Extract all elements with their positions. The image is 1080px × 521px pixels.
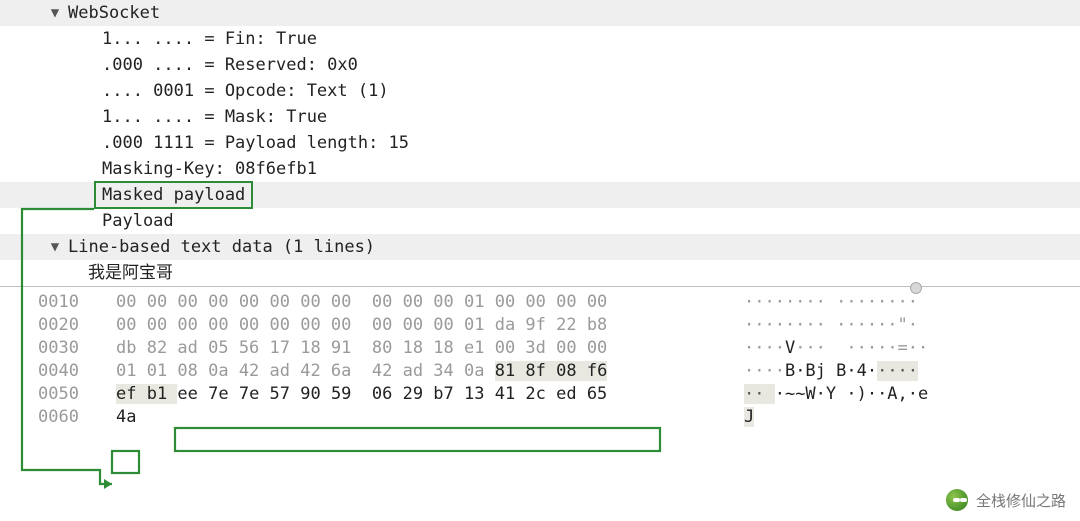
annotation-box: Masked payload [94,181,253,209]
hex-offset: 0030 [0,337,116,360]
hex-ascii: ········ ········ [726,291,918,314]
tree-label: Line-based text data (1 lines) [68,235,375,259]
watermark-text: 全栈修仙之路 [976,490,1066,511]
hex-row[interactable]: 0030 db 82 ad 05 56 17 18 91 80 18 18 e1… [0,337,1080,360]
field-fin[interactable]: 1... .... = Fin: True [0,26,1080,52]
packet-details-pane: { "tree": { "ws_header": "WebSocket", "f… [0,0,1080,521]
hex-offset: 0060 [0,406,116,429]
wechat-icon [946,489,968,511]
field-opcode[interactable]: .... 0001 = Opcode: Text (1) [0,78,1080,104]
hex-bytes: db 82 ad 05 56 17 18 91 80 18 18 e1 00 3… [116,337,726,360]
hex-ascii: J [726,406,754,429]
hex-ascii: ····V··· ·····=·· [726,337,928,360]
field-payload-length[interactable]: .000 1111 = Payload length: 15 [0,130,1080,156]
hex-row[interactable]: 0060 4a J [0,406,1080,429]
hex-ascii: ·· ·~~W·Y ·)··A,·e [726,383,928,406]
field-mask[interactable]: 1... .... = Mask: True [0,104,1080,130]
line-based-header[interactable]: ▼Line-based text data (1 lines) [0,234,1080,260]
expand-icon[interactable]: ▼ [48,1,62,25]
hex-bytes: 00 00 00 00 00 00 00 00 00 00 00 01 00 0… [116,291,726,314]
hex-row[interactable]: 0040 01 01 08 0a 42 ad 42 6a 42 ad 34 0a… [0,360,1080,383]
field-payload[interactable]: Payload [0,208,1080,234]
field-masking-key[interactable]: Masking-Key: 08f6efb1 [0,156,1080,182]
hex-bytes: 01 01 08 0a 42 ad 42 6a 42 ad 34 0a 81 8… [116,360,726,383]
expand-icon[interactable]: ▼ [48,235,62,259]
websocket-header[interactable]: ▼WebSocket [0,0,1080,26]
hex-bytes: 00 00 00 00 00 00 00 00 00 00 00 01 da 9… [116,314,726,337]
hex-row[interactable]: 0010 00 00 00 00 00 00 00 00 00 00 00 01… [0,291,1080,314]
field-masked-payload[interactable]: Masked payload [0,182,1080,208]
hex-offset: 0020 [0,314,116,337]
tree-label: WebSocket [68,1,160,25]
hex-row[interactable]: 0050 ef b1 ee 7e 7e 57 90 59 06 29 b7 13… [0,383,1080,406]
hex-offset: 0040 [0,360,116,383]
hex-dump: 0010 00 00 00 00 00 00 00 00 00 00 00 01… [0,287,1080,429]
hex-offset: 0010 [0,291,116,314]
hex-bytes: ef b1 ee 7e 7e 57 90 59 06 29 b7 13 41 2… [116,383,726,406]
divider-handle-icon[interactable] [910,282,922,294]
hex-row[interactable]: 0020 00 00 00 00 00 00 00 00 00 00 00 01… [0,314,1080,337]
protocol-tree: ▼WebSocket 1... .... = Fin: True .000 ..… [0,0,1080,286]
hex-ascii: ········ ······"· [726,314,918,337]
hex-bytes: 4a [116,406,726,429]
hex-ascii: ····B·Bj B·4····· [726,360,918,383]
watermark: 全栈修仙之路 [946,489,1066,511]
hex-offset: 0050 [0,383,116,406]
field-reserved[interactable]: .000 .... = Reserved: 0x0 [0,52,1080,78]
